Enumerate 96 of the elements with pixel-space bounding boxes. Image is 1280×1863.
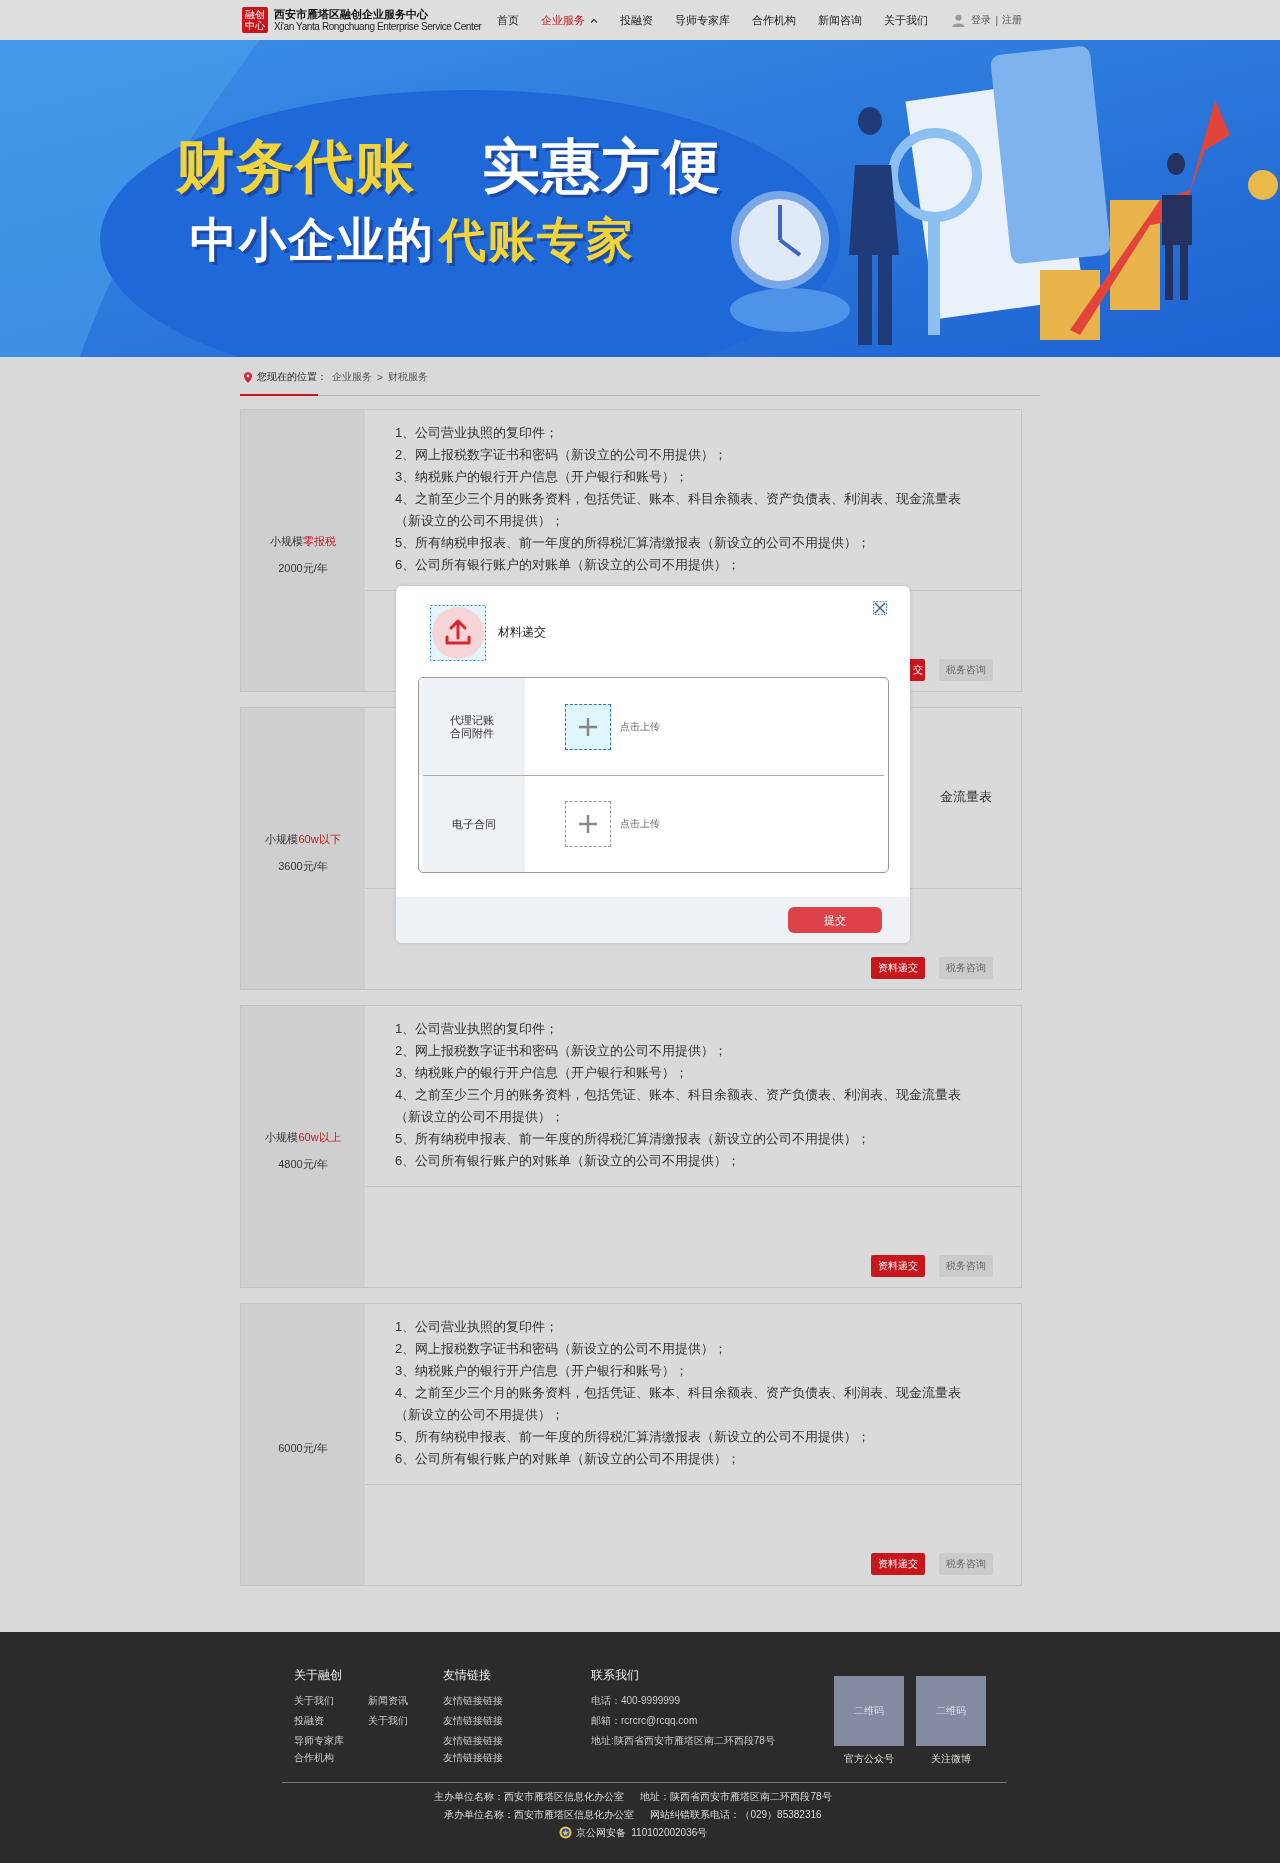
requirement-item: 2、网上报税数字证书和密码（新设立的公司不用提供）；	[395, 1042, 729, 1060]
location-pin-icon	[244, 371, 252, 383]
requirement-item: 2、网上报税数字证书和密码（新设立的公司不用提供）；	[395, 1340, 729, 1358]
tier-name: 小规模60w以上	[265, 1129, 341, 1145]
breadcrumb-separator: >	[377, 371, 383, 383]
banner-subline: 中小企业的	[190, 212, 436, 268]
logo-subtitle: Xi'an Yanta Rongchuang Enterprise Service Center	[274, 21, 482, 32]
logo-title: 西安市雁塔区融创企业服务中心	[274, 8, 429, 21]
register-link[interactable]: 注册	[1002, 13, 1023, 27]
caret-icon	[590, 17, 599, 23]
user-icon	[952, 13, 966, 27]
tier-name: 小规模零报税	[270, 533, 336, 549]
logo-mark: 融创 中心	[242, 7, 268, 33]
banner-headline: 财务代账	[176, 134, 417, 198]
footer-heading: 友情链接	[443, 1668, 492, 1683]
legal-text: 网站纠错联系电话：（029）85382316	[650, 1808, 822, 1822]
submit-button[interactable]: 提交	[788, 907, 882, 933]
dialog-title: 材料递交	[498, 624, 546, 641]
footer-link[interactable]: 友情链接链接	[443, 1735, 591, 1747]
tax-consult-button[interactable]: 税务咨询	[939, 957, 993, 979]
submit-materials-button[interactable]: 资料递交	[871, 1553, 925, 1575]
legal-text: 主办单位名称：西安市雁塔区信息化办公室	[434, 1790, 625, 1804]
requirement-item: 2、网上报税数字证书和密码（新设立的公司不用提供）；	[395, 446, 729, 464]
price-text: 3600元/年	[278, 858, 328, 874]
qr-placeholder-text: 二维码	[854, 1704, 884, 1718]
record-number: 京公网安备 110102002036号	[575, 1826, 708, 1840]
label-cell: 代理记账合同附件	[419, 678, 525, 775]
contact-text: 邮箱：rcrcrc@rcqq.com	[591, 1715, 699, 1727]
nav-link[interactable]: 合作机构	[752, 12, 797, 28]
submit-materials-button[interactable]: 交	[910, 659, 925, 681]
requirement-item: 3、纳税账户的银行开户信息（开户银行和账号）；	[395, 468, 690, 486]
nav-link[interactable]: 首页	[497, 12, 520, 28]
login-link[interactable]: 登录	[971, 13, 992, 27]
breadcrumb-label: 您现在的位置：	[257, 370, 327, 384]
tier-name: 小规模60w以下	[265, 831, 341, 847]
requirement-item: 1、公司营业执照的复印件；	[395, 1020, 560, 1038]
nav-link[interactable]: 投融资	[620, 12, 654, 28]
requirement-item: 1、公司营业执照的复印件；	[395, 1318, 560, 1336]
footer-link[interactable]: 新闻资讯	[368, 1695, 408, 1707]
requirement-item: 4、之前至少三个月的账务资料，包括凭证、账本、科目余额表、资产负债表、利润表、现金流量表（新设立的公司不用提供）；	[395, 1086, 963, 1126]
legal-text: 承办单位名称：西安市雁塔区信息化办公室	[444, 1808, 635, 1822]
footer-link[interactable]: 导师专家库	[294, 1735, 344, 1747]
footer-heading: 联系我们	[591, 1668, 640, 1683]
price-text: 4800元/年	[278, 1156, 328, 1172]
requirement-item: 3、纳税账户的银行开户信息（开户银行和账号）；	[395, 1064, 690, 1082]
qr-caption: 官方公众号	[844, 1752, 894, 1766]
nav-link[interactable]: 关于我们	[884, 12, 929, 28]
police-badge-icon	[558, 1826, 572, 1839]
requirement-item: 6、公司所有银行账户的对账单（新设立的公司不用提供）；	[395, 1450, 742, 1468]
banner-headline: 实惠方便	[482, 134, 723, 198]
nav-link[interactable]: 导师专家库	[675, 12, 731, 28]
price-text: 2000元/年	[278, 560, 328, 576]
footer-link[interactable]: 关于我们	[368, 1715, 408, 1727]
requirement-item: 3、纳税账户的银行开户信息（开户银行和账号）；	[395, 1362, 690, 1380]
requirement-item: 1、公司营业执照的复印件；	[395, 424, 560, 442]
requirement-item: 金流量表	[940, 788, 992, 806]
legal-text: 地址：陕西省西安市雁塔区南二环西段78号	[640, 1790, 832, 1804]
contact-text: 地址:陕西省西安市雁塔区南二环西段78号	[591, 1735, 776, 1747]
price-text: 6000元/年	[278, 1441, 328, 1456]
footer-link[interactable]: 友情链接链接	[443, 1695, 591, 1707]
qr-caption: 关注微博	[931, 1752, 971, 1766]
tax-consult-button[interactable]: 税务咨询	[939, 659, 993, 681]
close-icon[interactable]	[873, 601, 887, 615]
qr-placeholder-text: 二维码	[936, 1704, 966, 1718]
upload-icon	[430, 604, 486, 661]
contact-text: 电话：400-9999999	[591, 1695, 681, 1707]
separator-text: |	[995, 14, 999, 26]
requirement-item: 5、所有纳税申报表、前一年度的所得税汇算清缴报表（新设立的公司不用提供）；	[395, 1130, 872, 1148]
nav-link[interactable]: 新闻咨询	[818, 12, 863, 28]
plus-icon	[578, 716, 598, 737]
requirement-item: 6、公司所有银行账户的对账单（新设立的公司不用提供）；	[395, 1152, 742, 1170]
footer-link[interactable]: 合作机构	[294, 1752, 344, 1764]
footer-heading: 关于融创	[294, 1668, 343, 1683]
label-cell: 电子合同	[423, 776, 525, 872]
footer-link[interactable]: 友情链接链接	[443, 1752, 591, 1764]
upload-hint: 点击上传	[620, 719, 660, 734]
requirement-item: 5、所有纳税申报表、前一年度的所得税汇算清缴报表（新设立的公司不用提供）；	[395, 534, 872, 552]
plus-icon	[578, 814, 598, 834]
tax-consult-button[interactable]: 税务咨询	[939, 1553, 993, 1575]
footer-link[interactable]: 投融资	[294, 1715, 344, 1727]
requirement-item: 4、之前至少三个月的账务资料，包括凭证、账本、科目余额表、资产负债表、利润表、现金流量表（新设立的公司不用提供）；	[395, 1384, 963, 1424]
breadcrumb-link[interactable]: 企业服务	[332, 370, 372, 384]
upload-button[interactable]	[565, 801, 611, 847]
footer-link[interactable]: 关于我们	[294, 1695, 344, 1707]
banner-subline: 代账专家	[439, 212, 636, 268]
footer-link[interactable]: 友情链接链接	[443, 1715, 591, 1727]
requirement-item: 5、所有纳税申报表、前一年度的所得税汇算清缴报表（新设立的公司不用提供）；	[395, 1428, 872, 1446]
upload-button[interactable]	[565, 703, 611, 750]
breadcrumb-link[interactable]: 财税服务	[387, 370, 428, 384]
nav-link[interactable]: 企业服务	[541, 12, 599, 28]
submit-materials-button[interactable]: 资料递交	[871, 1255, 925, 1277]
tax-consult-button[interactable]: 税务咨询	[939, 1255, 993, 1277]
requirement-item: 6、公司所有银行账户的对账单（新设立的公司不用提供）；	[395, 556, 742, 574]
submit-materials-button[interactable]: 资料递交	[871, 957, 925, 979]
requirement-item: 4、之前至少三个月的账务资料，包括凭证、账本、科目余额表、资产负债表、利润表、现金流量表（新设立的公司不用提供）；	[395, 490, 963, 530]
upload-hint: 点击上传	[620, 817, 660, 831]
